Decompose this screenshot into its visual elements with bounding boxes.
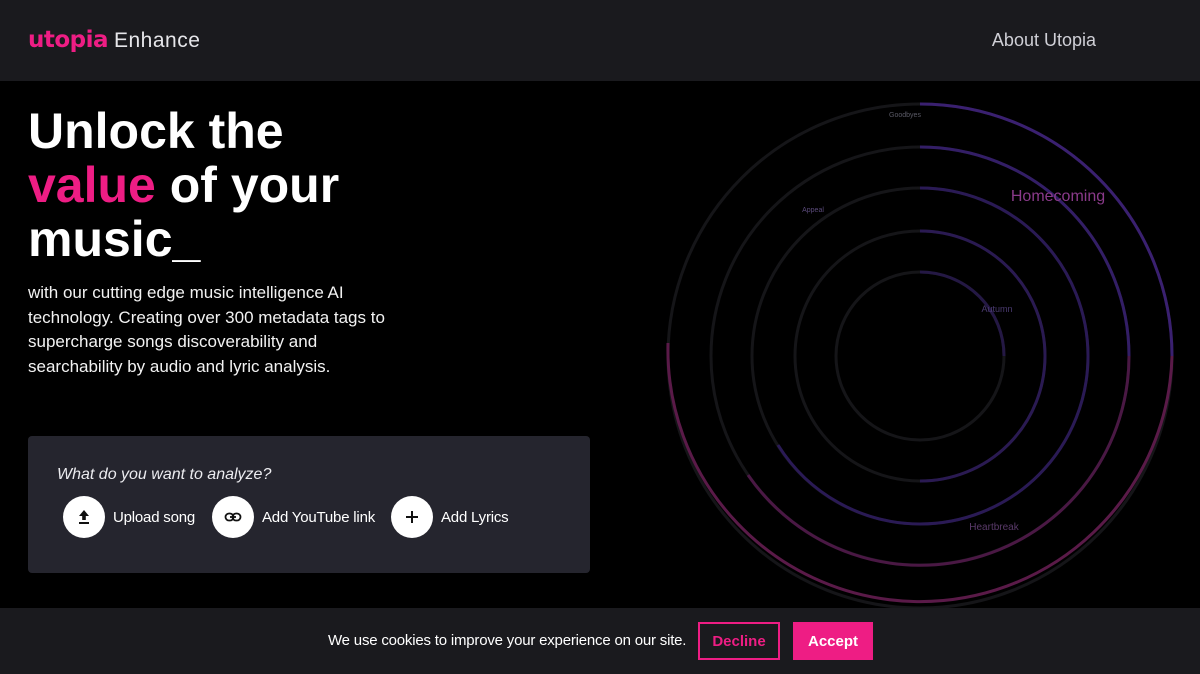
link-icon <box>212 496 254 538</box>
upload-song-button[interactable]: Upload song <box>63 496 195 538</box>
label-homecoming: Homecoming <box>1011 188 1105 205</box>
add-lyrics-label: Add Lyrics <box>441 508 509 526</box>
upload-icon <box>63 496 105 538</box>
arc-autumn <box>919 270 1006 357</box>
arc-ring3 <box>776 186 1090 526</box>
utopia-logo[interactable]: utopia <box>28 26 109 54</box>
arc-ring2 <box>919 229 1047 483</box>
hero-title-line3: music_ <box>28 211 201 267</box>
label-goodbyes: Goodbyes <box>889 112 921 119</box>
logo-text: utopia <box>28 27 109 53</box>
about-utopia-link[interactable]: About Utopia <box>992 28 1096 52</box>
add-youtube-link-label: Add YouTube link <box>262 508 376 526</box>
arc-ring5-purple <box>919 102 1174 357</box>
hero-title-accent: value <box>28 157 156 213</box>
hero-description: with our cutting edge music intelligence… <box>28 283 385 376</box>
label-heartbreak: Heartbreak <box>969 522 1019 533</box>
label-appeal: Appeal <box>802 207 824 214</box>
add-lyrics-button[interactable]: Add Lyrics <box>391 496 509 538</box>
ring-5 <box>666 102 1174 608</box>
add-youtube-link-button[interactable]: Add YouTube link <box>212 496 375 538</box>
ring-4 <box>709 145 1131 567</box>
top-header: utopia Enhance About Utopia <box>0 0 1200 81</box>
hero-title-line2: of your <box>155 157 340 213</box>
hero-title-line1: Unlock the <box>28 103 284 159</box>
accept-button[interactable]: Accept <box>793 622 873 660</box>
analyze-card: What do you want to analyze? Upload song… <box>28 436 590 573</box>
hero-title: Unlock the value of your music_ <box>28 104 488 266</box>
upload-song-label: Upload song <box>113 508 196 526</box>
analyze-prompt: What do you want to analyze? <box>57 466 272 483</box>
cookie-message: We use cookies to improve your experienc… <box>328 632 687 649</box>
label-autumn: Autumn <box>981 304 1012 314</box>
plus-icon <box>391 496 433 538</box>
arc-ring4-magenta <box>746 355 1131 567</box>
arc-ring5-magenta <box>666 342 1174 603</box>
cookie-banner: We use cookies to improve your experienc… <box>0 608 1200 674</box>
decline-button[interactable]: Decline <box>698 622 780 660</box>
rings-visualization: Goodbyes Appeal Homecoming Autumn Heartb… <box>600 81 1200 608</box>
product-name: Enhance <box>114 29 201 52</box>
